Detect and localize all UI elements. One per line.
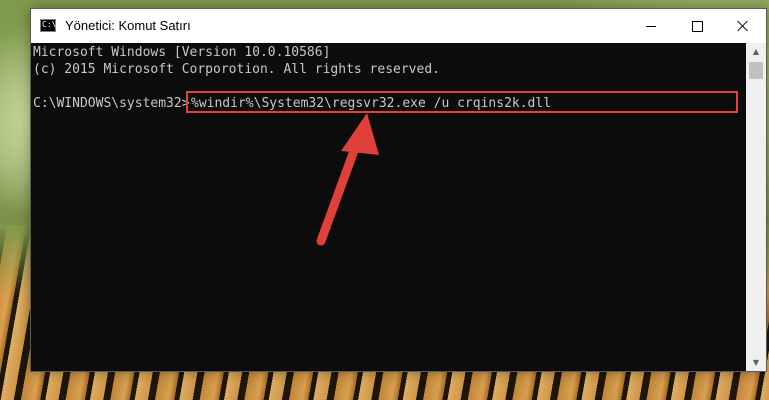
console-command[interactable]: %windir%\System32\regsvr32.exe /u crqins… [191,96,551,112]
scroll-up-icon: ▲ [752,47,760,56]
close-icon [737,20,749,32]
minimize-icon [646,25,656,27]
scroll-down-icon: ▼ [752,358,760,367]
cmd-icon-glyph: C:\ [42,20,57,29]
console-prompt: C:\WINDOWS\system32> [33,96,190,111]
minimize-button[interactable] [628,9,674,43]
arrow-head [341,113,379,155]
console-line-version: Microsoft Windows [Version 10.0.10586] [33,45,331,60]
console-area[interactable]: Microsoft Windows [Version 10.0.10586] (… [31,43,746,371]
console-line-copyright: (c) 2015 Microsoft Corporotion. All righ… [33,62,440,77]
scroll-thumb[interactable] [749,62,763,79]
vertical-scrollbar[interactable]: ▲ ▼ [746,43,766,371]
command-prompt-window: C:\ Yönetici: Komut Satırı Microsoft Win… [30,8,767,372]
annotation-arrow-icon [316,113,379,246]
window-title: Yönetici: Komut Satırı [65,18,191,33]
arrow-shaft [316,132,364,246]
title-bar[interactable]: C:\ Yönetici: Komut Satırı [31,9,766,43]
scroll-up-button[interactable]: ▲ [746,43,766,60]
maximize-button[interactable] [674,9,720,43]
maximize-icon [691,20,703,32]
cmd-icon[interactable]: C:\ [40,19,56,32]
scroll-down-button[interactable]: ▼ [746,354,766,371]
close-button[interactable] [720,9,766,43]
